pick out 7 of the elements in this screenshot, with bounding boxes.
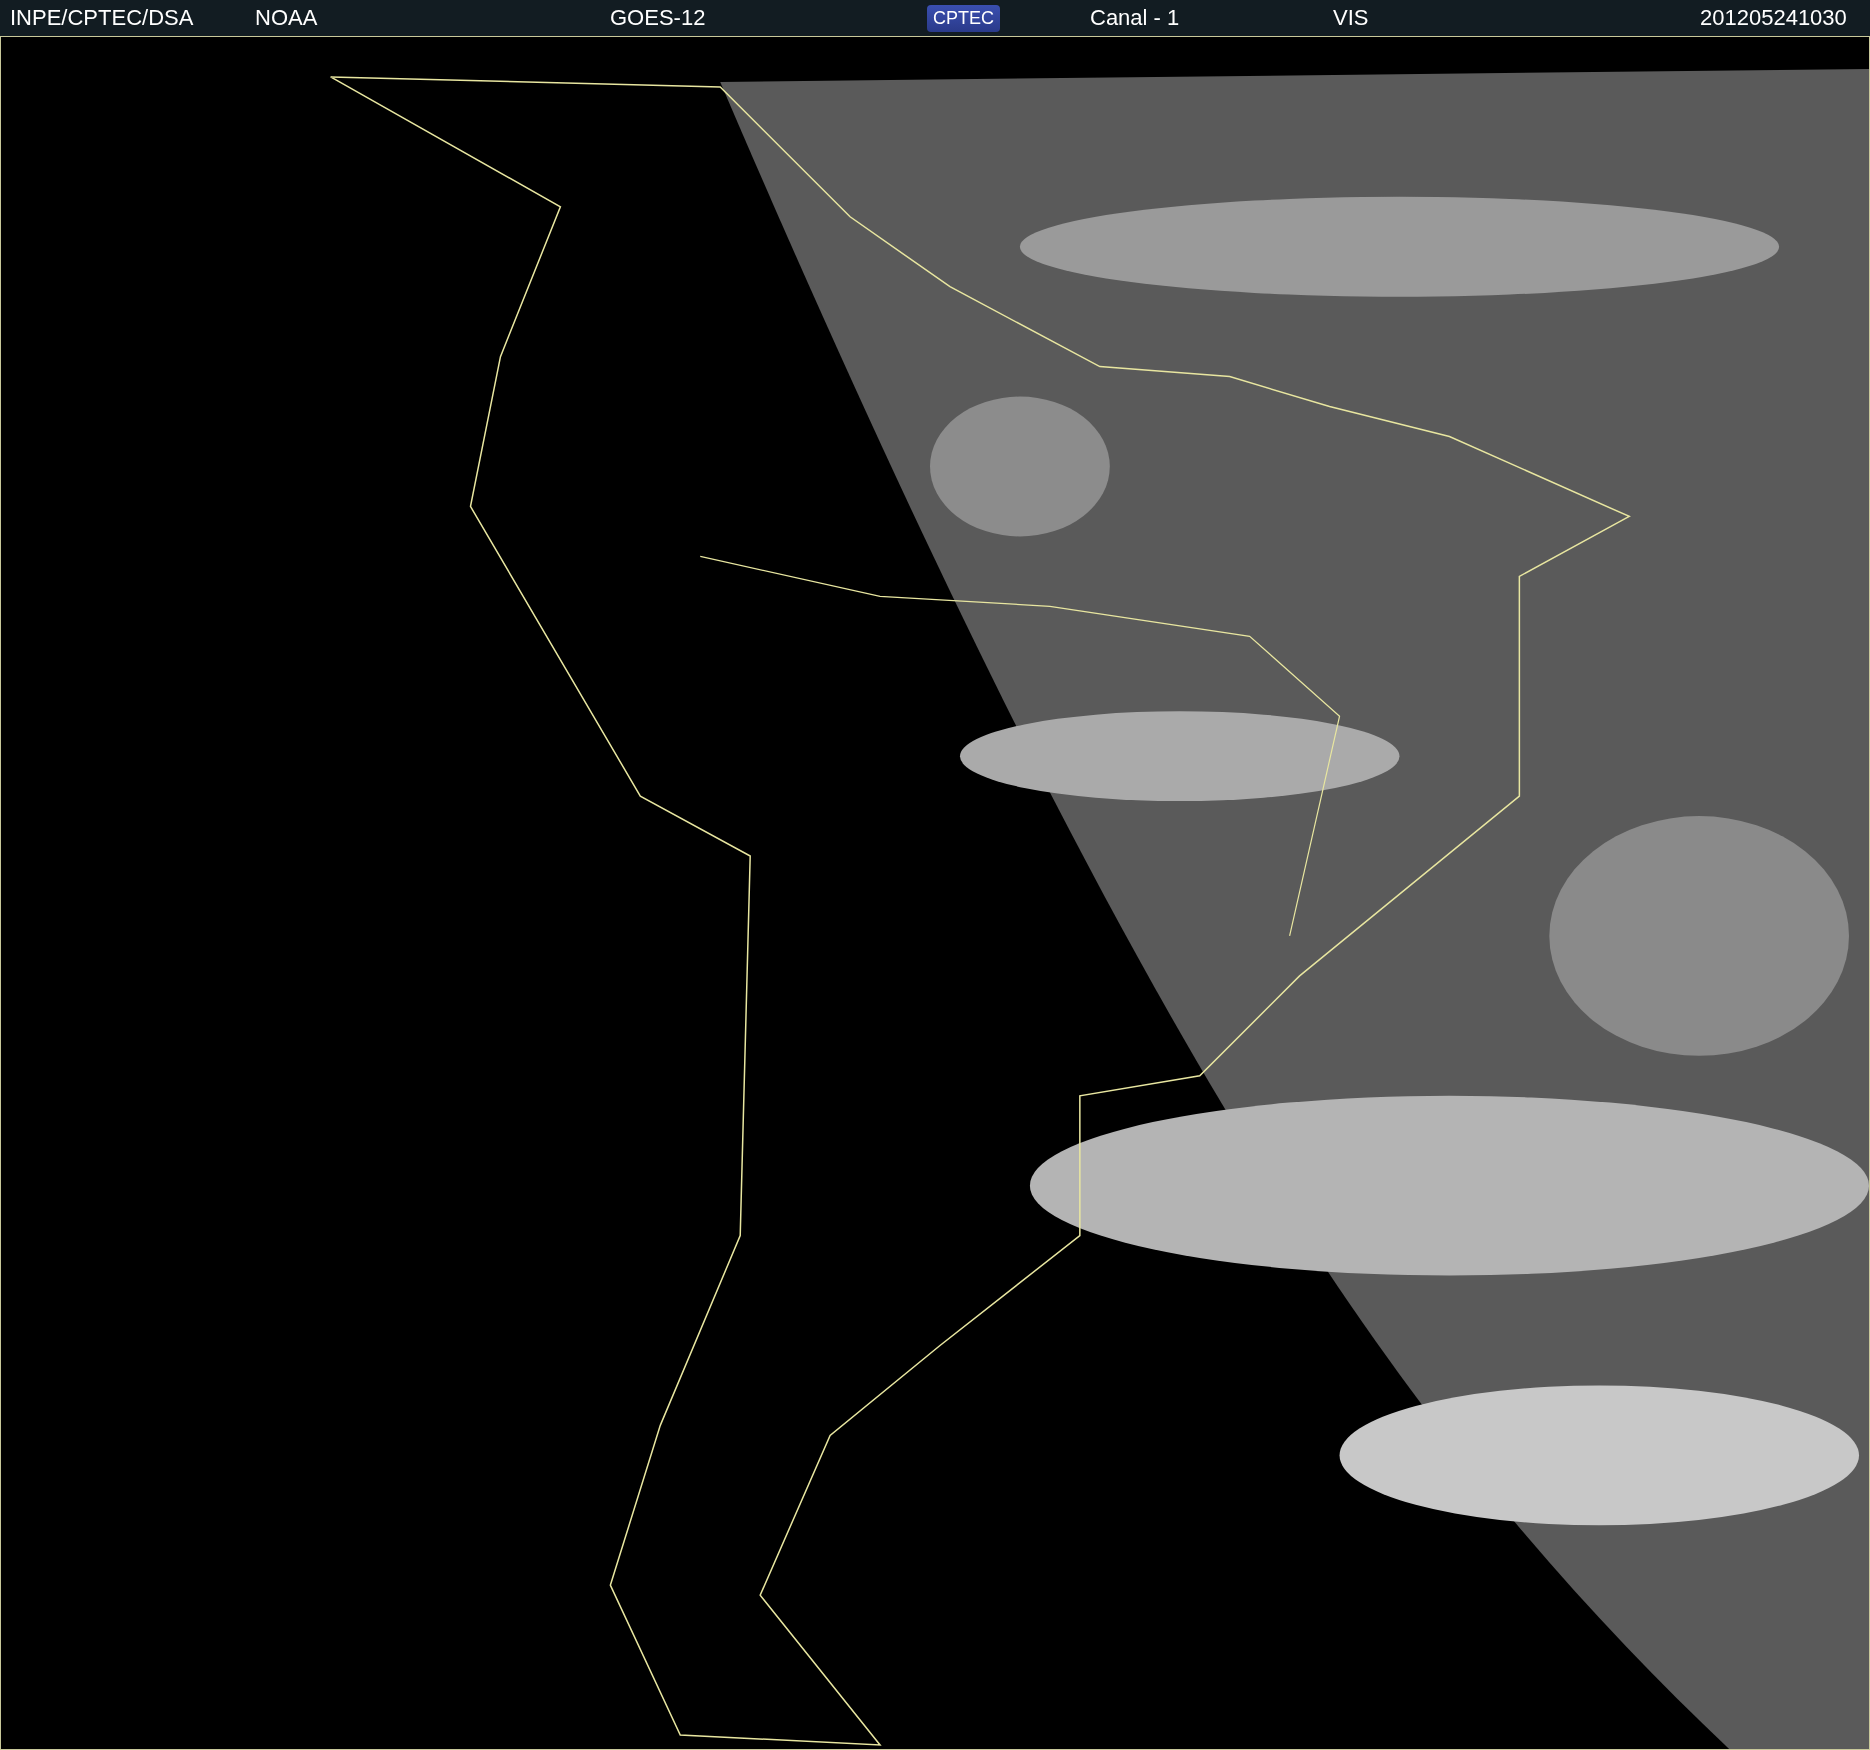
channel-label: Canal - 1 <box>1090 5 1180 30</box>
band-label: VIS <box>1333 5 1369 30</box>
satellite-label: GOES-12 <box>610 5 706 30</box>
timestamp-label: 201205241030 <box>1700 5 1847 30</box>
cptec-logo: CPTEC <box>927 4 1000 32</box>
agency-label: NOAA <box>255 5 318 30</box>
source-label: INPE/CPTEC/DSA <box>10 5 194 30</box>
